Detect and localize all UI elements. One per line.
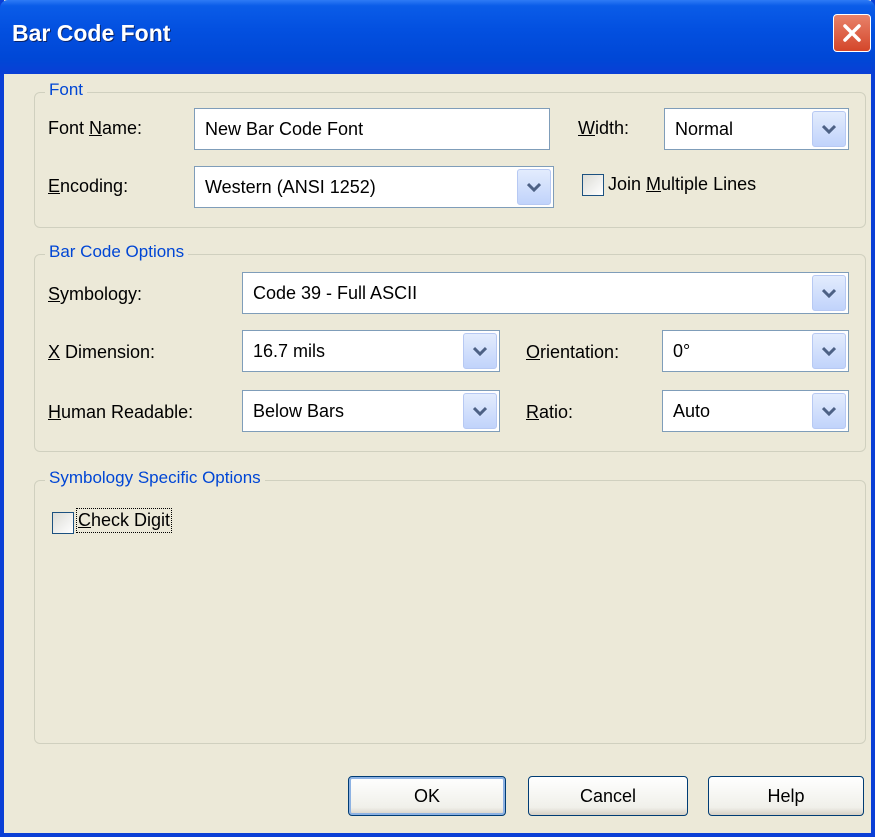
chevron-down-icon [527,182,541,192]
title-bar[interactable]: Bar Code Font [0,0,875,74]
human-readable-dropdown-button[interactable] [463,393,497,429]
x-dimension-dropdown-button[interactable] [463,333,497,369]
width-select[interactable]: Normal [664,108,849,150]
chevron-down-icon [822,288,836,298]
width-dropdown-button[interactable] [812,111,846,147]
check-digit-checkbox[interactable] [52,512,74,534]
human-readable-select[interactable]: Below Bars [242,390,500,432]
symbology-select[interactable]: Code 39 - Full ASCII [242,272,849,314]
x-dimension-select[interactable]: 16.7 mils [242,330,500,372]
help-button[interactable]: Help [708,776,864,816]
symbology-select-value: Code 39 - Full ASCII [253,283,418,303]
cancel-button[interactable]: Cancel [528,776,688,816]
font-name-input[interactable]: New Bar Code Font [194,108,550,150]
chevron-down-icon [822,124,836,134]
orientation-select[interactable]: 0° [662,330,849,372]
font-name-label: Font Name: [48,118,143,138]
x-dimension-label: X Dimension: [48,342,156,362]
join-multiple-lines-checkbox[interactable] [582,174,604,196]
chevron-down-icon [473,346,487,356]
width-select-value: Normal [675,119,734,139]
symbology-dropdown-button[interactable] [812,275,846,311]
encoding-label: Encoding: [48,176,129,196]
orientation-select-value: 0° [673,341,691,361]
encoding-select-value: Western (ANSI 1252) [205,177,376,197]
human-readable-label: Human Readable: [48,402,194,422]
x-dimension-select-value: 16.7 mils [253,341,326,361]
encoding-dropdown-button[interactable] [517,169,551,205]
orientation-dropdown-button[interactable] [812,333,846,369]
chevron-down-icon [473,406,487,416]
ok-button[interactable]: OK [348,776,506,816]
human-readable-select-value: Below Bars [253,401,345,421]
chevron-down-icon [822,346,836,356]
orientation-label: Orientation: [526,342,620,362]
dialog-window: Bar Code Font Font Font Name: New Bar Co… [0,0,875,837]
bar-code-options-legend: Bar Code Options [45,242,189,262]
ratio-label: Ratio: [526,402,574,422]
join-multiple-lines-label[interactable]: Join Multiple Lines [608,174,756,195]
ratio-select-value: Auto [673,401,711,421]
font-group-legend: Font [45,80,88,100]
width-label: Width: [578,118,630,138]
window-title: Bar Code Font [12,20,171,46]
check-digit-label[interactable]: Check Digit [75,508,173,533]
symbology-label: Symbology: [48,284,143,304]
symbology-specific-options-legend: Symbology Specific Options [45,468,265,488]
chevron-down-icon [822,406,836,416]
encoding-select[interactable]: Western (ANSI 1252) [194,166,554,208]
ratio-select[interactable]: Auto [662,390,849,432]
ratio-dropdown-button[interactable] [812,393,846,429]
close-icon [843,24,861,42]
close-button[interactable] [833,14,871,52]
